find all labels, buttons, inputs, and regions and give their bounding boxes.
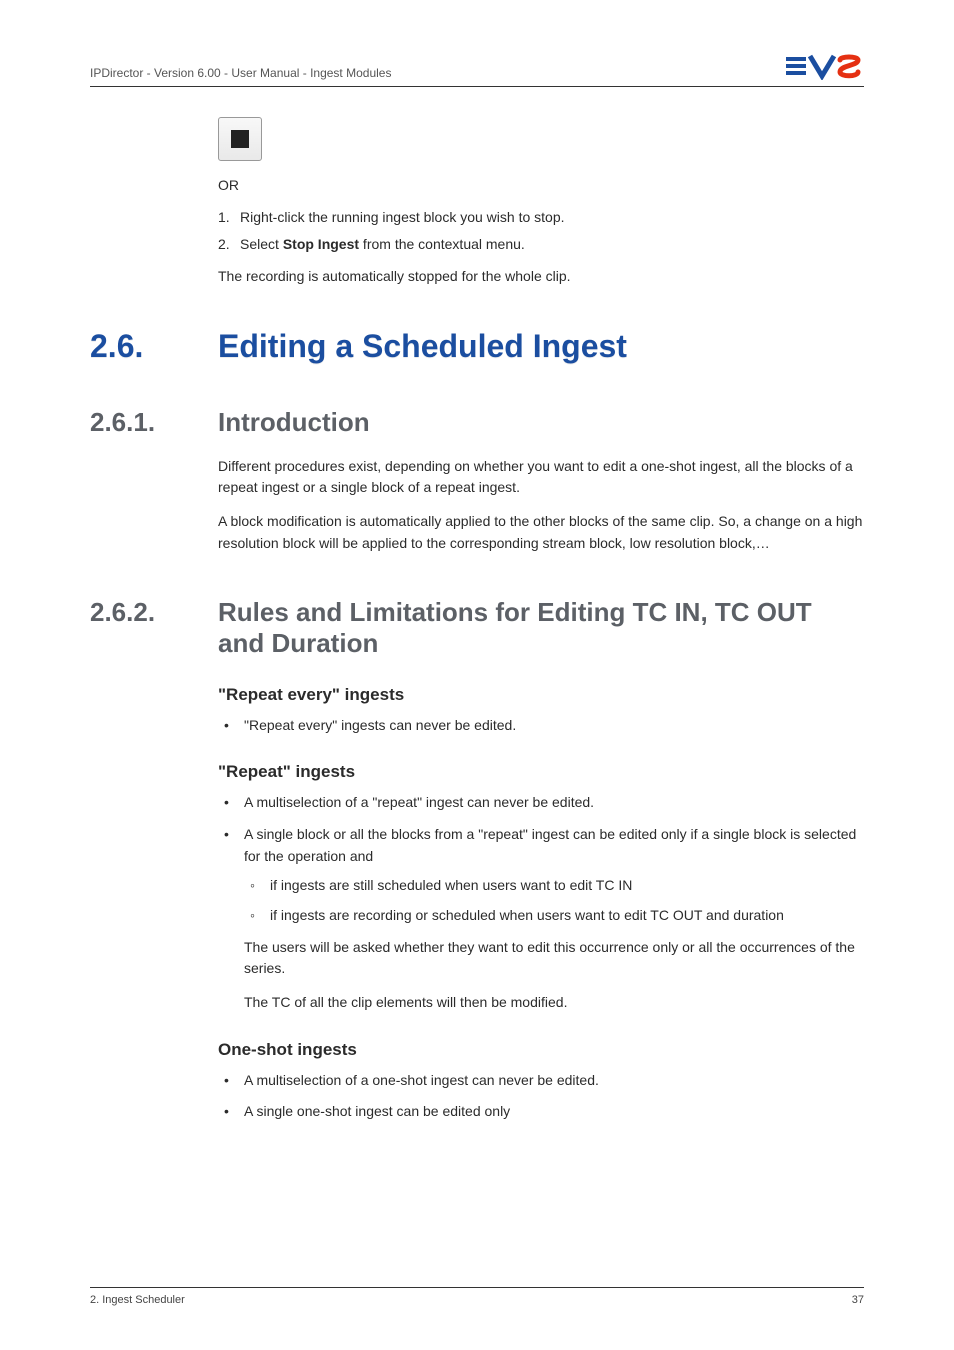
after-steps-text: The recording is automatically stopped f… [218, 266, 864, 288]
repeat-every-heading: "Repeat every" ingests [218, 685, 864, 705]
repeat-item-2: A single block or all the blocks from a … [218, 824, 864, 927]
repeat-every-item-1: "Repeat every" ingests can never be edit… [218, 715, 864, 737]
stop-square [231, 130, 249, 148]
subsection-2-6-2-heading: 2.6.2. Rules and Limitations for Editing… [90, 597, 864, 659]
step-1-number: 1. [218, 207, 230, 229]
repeat-item-2-text: A single block or all the blocks from a … [244, 826, 856, 864]
section-2-6-number: 2.6. [90, 328, 218, 365]
step-2-number: 2. [218, 234, 230, 256]
oneshot-heading: One-shot ingests [218, 1040, 864, 1060]
repeat-subitem-2: if ingests are recording or scheduled wh… [244, 905, 864, 927]
header-left-text: IPDirector - Version 6.00 - User Manual … [90, 66, 391, 80]
numbered-steps: 1. Right-click the running ingest block y… [218, 207, 864, 256]
step-2-bold: Stop Ingest [283, 236, 359, 252]
section-2-6-title: Editing a Scheduled Ingest [218, 328, 627, 365]
evs-logo [786, 54, 864, 80]
repeat-heading: "Repeat" ingests [218, 762, 864, 782]
repeat-list: A multiselection of a "repeat" ingest ca… [218, 792, 864, 926]
subsection-2-6-1-number: 2.6.1. [90, 407, 218, 438]
step-2: 2. Select Stop Ingest from the contextual… [218, 234, 864, 256]
repeat-sublist: if ingests are still scheduled when user… [244, 875, 864, 926]
oneshot-list: A multiselection of a one-shot ingest ca… [218, 1070, 864, 1123]
or-text: OR [218, 175, 864, 197]
step-1: 1. Right-click the running ingest block y… [218, 207, 864, 229]
repeat-followup-1: The users will be asked whether they wan… [218, 937, 864, 980]
subsection-2-6-1-heading: 2.6.1. Introduction [90, 407, 864, 438]
subsection-2-6-2-title: Rules and Limitations for Editing TC IN,… [218, 597, 864, 659]
repeat-subitem-1: if ingests are still scheduled when user… [244, 875, 864, 897]
intro-p1: Different procedures exist, depending on… [218, 456, 864, 499]
repeat-followup-2: The TC of all the clip elements will the… [218, 992, 864, 1014]
repeat-every-list: "Repeat every" ingests can never be edit… [218, 715, 864, 737]
repeat-item-1: A multiselection of a "repeat" ingest ca… [218, 792, 864, 814]
subsection-2-6-2-number: 2.6.2. [90, 597, 218, 628]
section-2-6-heading: 2.6. Editing a Scheduled Ingest [90, 328, 864, 365]
subsection-2-6-2-body: "Repeat every" ingests "Repeat every" in… [90, 685, 864, 1124]
footer-left: 2. Ingest Scheduler [90, 1294, 185, 1306]
step-1-text: Right-click the running ingest block you… [240, 209, 565, 225]
step-2-pre: Select [240, 236, 283, 252]
oneshot-item-2: A single one-shot ingest can be edited o… [218, 1101, 864, 1123]
step-2-post: from the contextual menu. [359, 236, 525, 252]
intro-p2: A block modification is automatically ap… [218, 511, 864, 554]
footer-page-number: 37 [852, 1294, 864, 1306]
footer-divider [90, 1287, 864, 1288]
top-content: OR 1. Right-click the running ingest bloc… [90, 87, 864, 288]
subsection-2-6-1-title: Introduction [218, 407, 370, 438]
page-footer: 2. Ingest Scheduler 37 [90, 1287, 864, 1306]
oneshot-item-1: A multiselection of a one-shot ingest ca… [218, 1070, 864, 1092]
page-header: IPDirector - Version 6.00 - User Manual … [90, 54, 864, 80]
subsection-2-6-1-body: Different procedures exist, depending on… [90, 456, 864, 555]
stop-icon [218, 117, 262, 161]
